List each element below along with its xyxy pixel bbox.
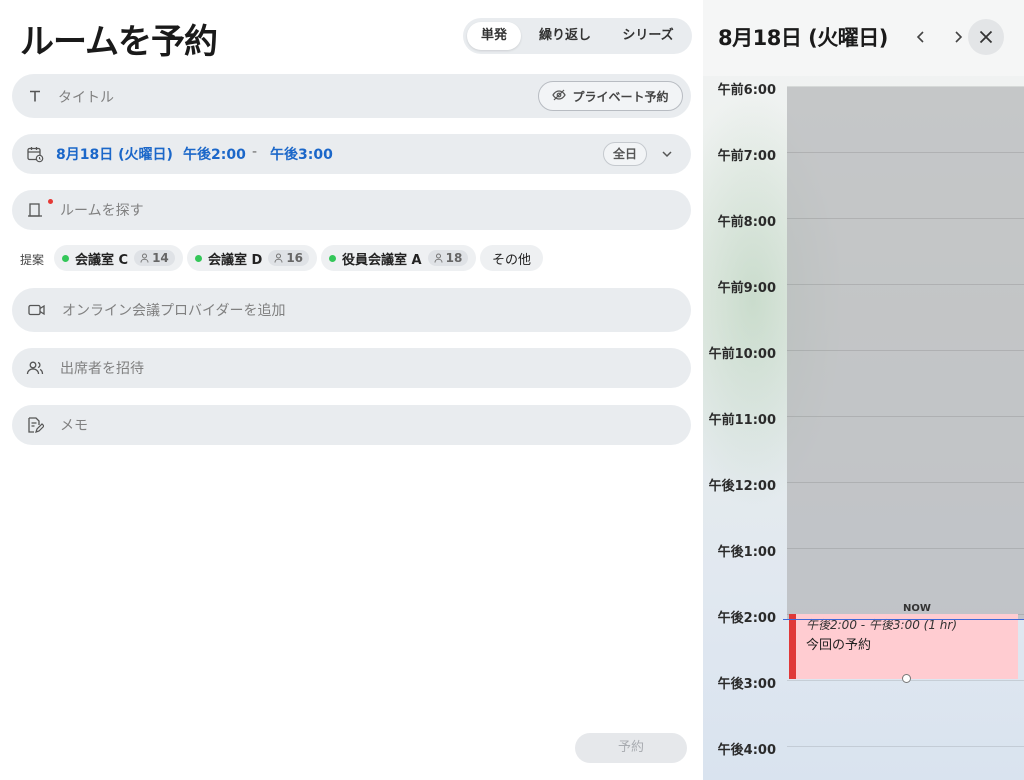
memo-input[interactable]: メモ <box>60 415 88 435</box>
room-capacity-value: 18 <box>445 251 463 265</box>
hour-label: 午後4:00 <box>717 743 776 758</box>
video-camera-icon <box>28 301 46 319</box>
hour-label: 午後2:00 <box>717 611 776 626</box>
person-icon <box>434 253 443 263</box>
text-t-icon <box>26 87 44 105</box>
time-grid: 午前6:00 午前7:00 午前8:00 午前9:00 午前10:00 午前11… <box>703 76 1024 780</box>
date-value[interactable]: 8月18日 (火曜日) <box>56 144 173 164</box>
book-submit-button[interactable]: 予約 <box>575 733 687 763</box>
hour-label: 午前9:00 <box>717 281 776 296</box>
room-name: 会議室 D <box>208 252 263 268</box>
chevron-left-icon[interactable] <box>910 26 932 48</box>
room-suggestion-chip[interactable]: 役員会議室 A 18 <box>321 245 477 271</box>
people-icon <box>26 359 44 377</box>
memo-field[interactable]: メモ <box>12 405 691 445</box>
availability-dot <box>195 254 202 262</box>
hour-label: 午前6:00 <box>717 83 776 98</box>
mode-recurring-tab[interactable]: 繰り返し <box>526 22 604 50</box>
event-title: 今回の予約 <box>806 638 872 653</box>
room-name: 役員会議室 A <box>342 252 422 268</box>
online-meeting-field[interactable]: オンライン会議プロバイダーを追加 <box>12 288 691 332</box>
online-meeting-input[interactable]: オンライン会議プロバイダーを追加 <box>62 300 285 320</box>
chevron-down-icon[interactable] <box>658 145 676 163</box>
availability-dot <box>329 254 336 262</box>
day-schedule-panel: 午前6:00 午前7:00 午前8:00 午前9:00 午前10:00 午前11… <box>703 0 1024 780</box>
mode-series-tab[interactable]: シリーズ <box>609 22 687 50</box>
title-field[interactable]: タイトル プライベート予約 <box>12 74 691 118</box>
more-rooms-button[interactable]: その他 <box>480 245 544 271</box>
page-title: ルームを予約 <box>20 22 218 62</box>
required-indicator <box>48 199 53 204</box>
room-suggestion-chip[interactable]: 会議室 D 16 <box>187 245 318 271</box>
hour-line <box>787 218 1024 219</box>
hour-line <box>787 86 1024 87</box>
chevron-right-icon[interactable] <box>947 26 969 48</box>
now-line <box>783 619 1024 620</box>
private-booking-label: プライベート予約 <box>572 89 669 104</box>
mode-single-tab[interactable]: 単発 <box>467 22 521 50</box>
room-search-field[interactable]: ルームを探す <box>12 190 691 230</box>
hour-label: 午前11:00 <box>708 413 776 428</box>
eye-slash-icon <box>552 89 567 104</box>
datetime-field[interactable]: 8月18日 (火曜日) 午後2:00 - 午後3:00 全日 <box>12 134 691 174</box>
room-suggestion-chip[interactable]: 会議室 C 14 <box>54 245 183 271</box>
schedule-date: 8月18日 (火曜日) <box>718 26 888 50</box>
hour-label: 午前10:00 <box>708 347 776 362</box>
booking-form: ルームを予約 単発 繰り返し シリーズ タイトル プライベート予約 8月18日 … <box>0 0 703 780</box>
hour-label: 午前8:00 <box>717 215 776 230</box>
hour-label: 午後1:00 <box>717 545 776 560</box>
room-capacity-value: 16 <box>286 251 304 265</box>
room-search-input[interactable]: ルームを探す <box>60 200 144 220</box>
room-capacity-badge: 16 <box>268 250 310 266</box>
room-capacity-value: 14 <box>152 251 169 265</box>
room-name: 会議室 C <box>75 252 129 268</box>
close-icon[interactable] <box>968 19 1004 55</box>
hour-label: 午前7:00 <box>717 149 776 164</box>
time-separator: - <box>252 144 258 160</box>
hour-line <box>787 152 1024 153</box>
schedule-header: 8月18日 (火曜日) <box>703 0 1024 76</box>
hour-label: 午後3:00 <box>717 677 776 692</box>
busy-block <box>787 87 1024 620</box>
attendees-input[interactable]: 出席者を招待 <box>60 358 144 378</box>
hour-line <box>787 482 1024 483</box>
current-booking-event[interactable]: 午後2:00 - 午後3:00 (1 hr) 今回の予約 <box>789 614 1018 679</box>
hour-label: 午後12:00 <box>708 479 776 494</box>
hour-line <box>787 416 1024 417</box>
hour-line <box>787 350 1024 351</box>
attendees-field[interactable]: 出席者を招待 <box>12 348 691 388</box>
start-time-value[interactable]: 午後2:00 <box>183 144 246 164</box>
hour-line <box>787 284 1024 285</box>
room-capacity-badge: 18 <box>427 250 469 266</box>
person-icon <box>140 253 149 263</box>
all-day-toggle[interactable]: 全日 <box>603 142 647 166</box>
calendar-clock-icon <box>26 145 44 163</box>
suggestions-label: 提案 <box>20 253 45 267</box>
availability-dot <box>62 254 69 262</box>
person-icon <box>274 253 283 263</box>
hour-line <box>787 746 1024 747</box>
room-capacity-badge: 14 <box>134 250 175 266</box>
booking-mode-segmented-control: 単発 繰り返し シリーズ <box>463 18 692 54</box>
title-input[interactable]: タイトル <box>58 87 114 107</box>
end-time-value[interactable]: 午後3:00 <box>270 144 333 164</box>
door-icon <box>26 201 44 219</box>
private-booking-button[interactable]: プライベート予約 <box>538 81 683 111</box>
event-resize-handle[interactable] <box>902 674 911 683</box>
note-edit-icon <box>26 416 44 434</box>
hour-line <box>787 548 1024 549</box>
now-label: NOW <box>903 603 931 614</box>
